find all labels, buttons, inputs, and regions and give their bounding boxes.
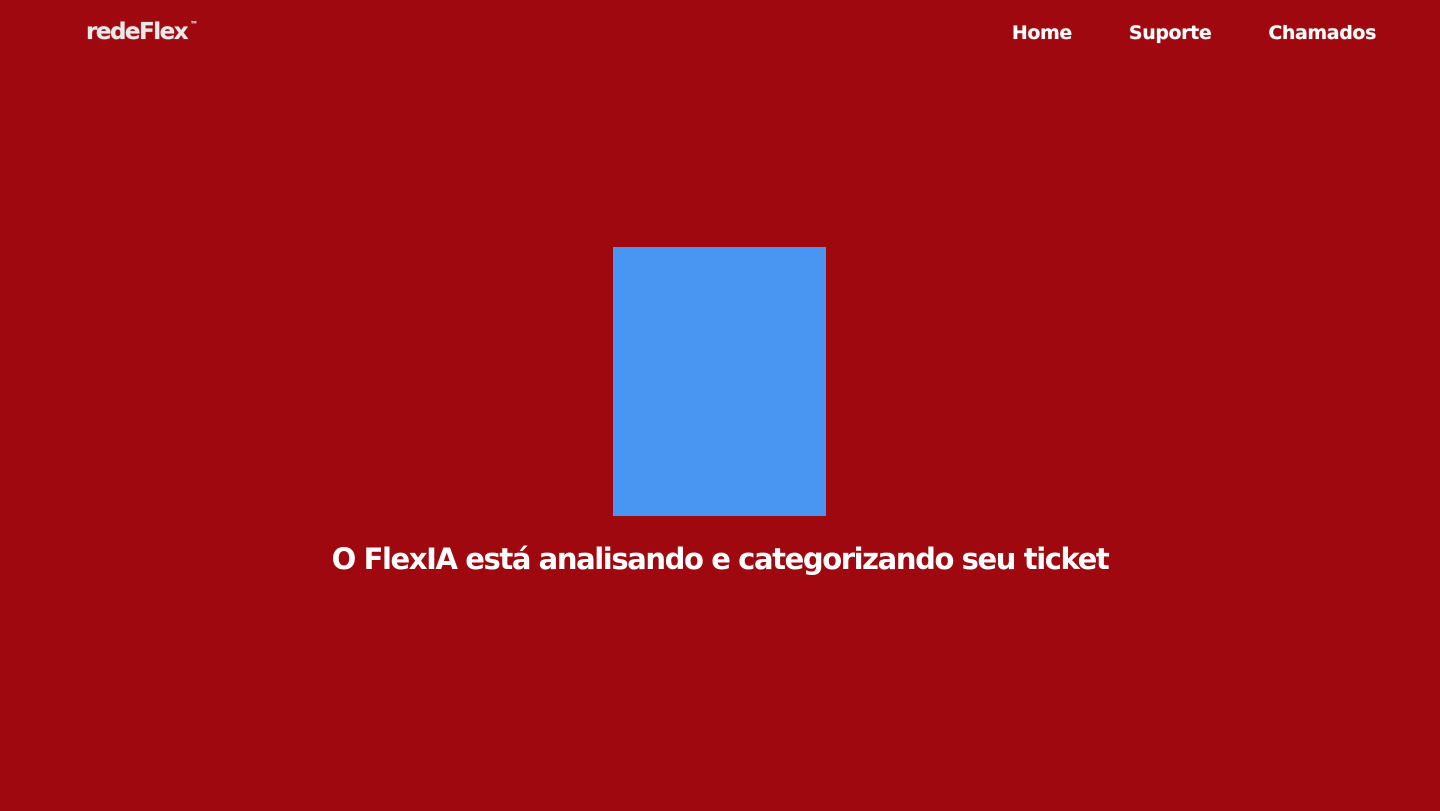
- logo-text: redeFlex: [86, 19, 189, 45]
- nav-link-home[interactable]: Home: [1012, 19, 1072, 47]
- redeflex-logo[interactable]: redeFlex ™: [86, 18, 198, 48]
- main-navigation: Home Suporte Chamados: [1012, 19, 1377, 47]
- loading-animation-placeholder: [613, 247, 826, 516]
- nav-link-chamados[interactable]: Chamados: [1268, 19, 1376, 47]
- analysis-status-message: O FlexIA está analisando e categorizando…: [331, 542, 1110, 576]
- top-navbar: redeFlex ™ Home Suporte Chamados: [0, 0, 1440, 66]
- logo-trademark: ™: [190, 20, 199, 29]
- nav-link-suporte[interactable]: Suporte: [1129, 19, 1212, 47]
